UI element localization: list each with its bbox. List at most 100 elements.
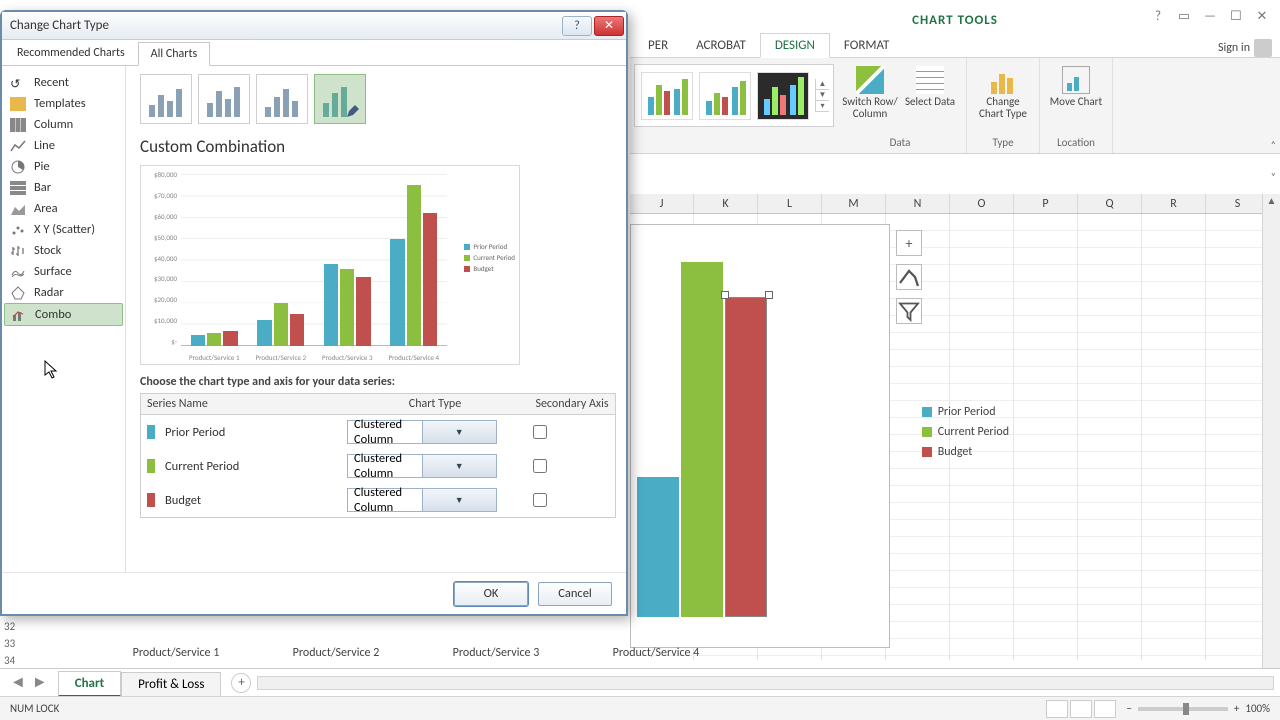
ribbon-tab-design[interactable]: DESIGN [760,33,830,58]
cat-surface[interactable]: Surface [4,261,123,282]
scatter-icon [10,223,26,237]
chart-type-select[interactable]: Clustered Column▼ [347,420,497,444]
help-icon[interactable]: ? [1146,6,1170,26]
scroll-up-icon[interactable]: ▲ [1263,194,1280,212]
chart-bars [637,247,777,617]
series-name: Current Period [165,459,347,474]
series-row-prior: Prior Period Clustered Column▼ [141,415,615,449]
ribbon-options-icon[interactable]: ▭ [1172,6,1196,26]
series-name: Budget [165,493,347,508]
col-header[interactable]: K [694,194,758,213]
chart-elements-button[interactable]: + [896,230,922,256]
switch-row-column-button[interactable]: Switch Row/ Column [842,62,898,120]
window-controls: ? ▭ — ☐ ✕ [1146,6,1274,26]
maximize-icon[interactable]: ☐ [1224,6,1248,26]
style-thumb[interactable] [757,72,809,120]
column-headers: J K L M N O P Q R S [630,194,1262,214]
new-sheet-button[interactable]: + [231,673,251,693]
move-chart-icon [1062,66,1090,94]
collapse-ribbon-icon[interactable]: ˄ [1271,138,1276,151]
chart-styles-button[interactable] [896,264,922,290]
numlock-indicator: NUM LOCK [10,702,59,715]
embedded-chart[interactable]: Prior Period Current Period Budget [630,224,890,648]
pencil-icon [345,103,361,119]
preview-legend: Prior Period Current Period Budget [464,242,515,275]
cat-line[interactable]: Line [4,135,123,156]
chart-preview: $80,000$70,000$60,000$50,000$40,000$30,0… [140,165,520,365]
cat-pie[interactable]: Pie [4,156,123,177]
tab-all-charts[interactable]: All Charts [138,42,211,66]
col-header[interactable]: M [822,194,886,213]
cat-templates[interactable]: Templates [4,93,123,114]
col-header[interactable]: N [886,194,950,213]
close-icon[interactable]: ✕ [1250,6,1274,26]
sheet-nav[interactable]: ◄► [0,673,58,692]
chart-type-select[interactable]: Clustered Column▼ [347,454,497,478]
group-label: Data [890,134,911,151]
cancel-button[interactable]: Cancel [538,582,612,606]
col-header[interactable]: O [950,194,1014,213]
subtype-1[interactable] [140,74,192,124]
status-bar: NUM LOCK −+ 100% [0,696,1280,720]
cat-radar[interactable]: Radar [4,282,123,303]
col-header[interactable]: R [1142,194,1206,213]
col-header[interactable]: Q [1078,194,1142,213]
cat-stock[interactable]: Stock [4,240,123,261]
cat-column[interactable]: Column [4,114,123,135]
area-icon [10,202,26,216]
chart-legend: Prior Period Current Period Budget [922,405,1009,465]
ok-button[interactable]: OK [454,582,528,606]
series-name: Prior Period [165,425,347,440]
cat-area[interactable]: Area [4,198,123,219]
tab-recommended[interactable]: Recommended Charts [4,41,138,65]
view-buttons[interactable] [1046,700,1116,718]
sheet-tab-chart[interactable]: Chart [58,671,121,697]
change-chart-type-button[interactable]: Change Chart Type [975,62,1031,120]
dialog-close-button[interactable]: ✕ [594,16,624,36]
ribbon-tabs: PER ACROBAT DESIGN FORMAT Sign in [630,32,1280,58]
ribbon-tab-format[interactable]: FORMAT [830,34,903,57]
subtype-custom[interactable] [314,74,366,124]
radar-icon [10,286,26,300]
cat-combo[interactable]: Combo [4,303,123,326]
subtype-2[interactable] [198,74,250,124]
dialog-titlebar[interactable]: Change Chart Type ? ✕ [2,12,626,40]
col-header[interactable]: J [630,194,694,213]
cat-recent[interactable]: ↺Recent [4,72,123,93]
chart-style-gallery[interactable]: ▲▼▾ [634,64,834,127]
minimize-icon[interactable]: — [1198,6,1222,26]
ribbon-tab-per[interactable]: PER [634,34,682,57]
sheet-tab-pl[interactable]: Profit & Loss [121,672,221,696]
col-header[interactable]: L [758,194,822,213]
avatar-icon [1254,39,1272,57]
chart-filters-button[interactable] [896,298,922,324]
chart-side-buttons: + [896,230,922,324]
change-chart-type-dialog: Change Chart Type ? ✕ Recommended Charts… [0,10,628,616]
secondary-axis-checkbox[interactable] [533,493,547,507]
dialog-help-button[interactable]: ? [562,16,592,36]
secondary-axis-checkbox[interactable] [533,459,547,473]
group-label: Location [1057,134,1095,151]
select-data-button[interactable]: Select Data [902,62,958,108]
gallery-spinner[interactable]: ▲▼▾ [815,79,829,112]
vertical-scrollbar[interactable]: ▲ ▼ [1262,194,1280,692]
series-swatch [147,493,155,507]
secondary-axis-checkbox[interactable] [533,425,547,439]
zoom-control[interactable]: −+ 100% [1126,702,1270,715]
chart-type-select[interactable]: Clustered Column▼ [347,488,497,512]
move-chart-button[interactable]: Move Chart [1048,62,1104,108]
ribbon-tab-acrobat[interactable]: ACROBAT [682,34,760,57]
col-header[interactable]: P [1014,194,1078,213]
cat-scatter[interactable]: X Y (Scatter) [4,219,123,240]
style-thumb[interactable] [641,72,693,120]
style-thumb[interactable] [699,72,751,120]
mouse-cursor [44,360,58,380]
formula-bar-expand-icon[interactable]: ˅ [1271,170,1276,183]
subtype-3[interactable] [256,74,308,124]
cat-bar[interactable]: Bar [4,177,123,198]
preview-x-axis: Product/Service 1Product/Service 2Produc… [181,353,447,362]
horizontal-scrollbar[interactable] [251,676,1280,690]
sign-in[interactable]: Sign in [1218,39,1272,57]
x-axis-labels: Product/Service 1 Product/Service 2 Prod… [96,646,980,660]
col-header[interactable]: S [1206,194,1270,213]
